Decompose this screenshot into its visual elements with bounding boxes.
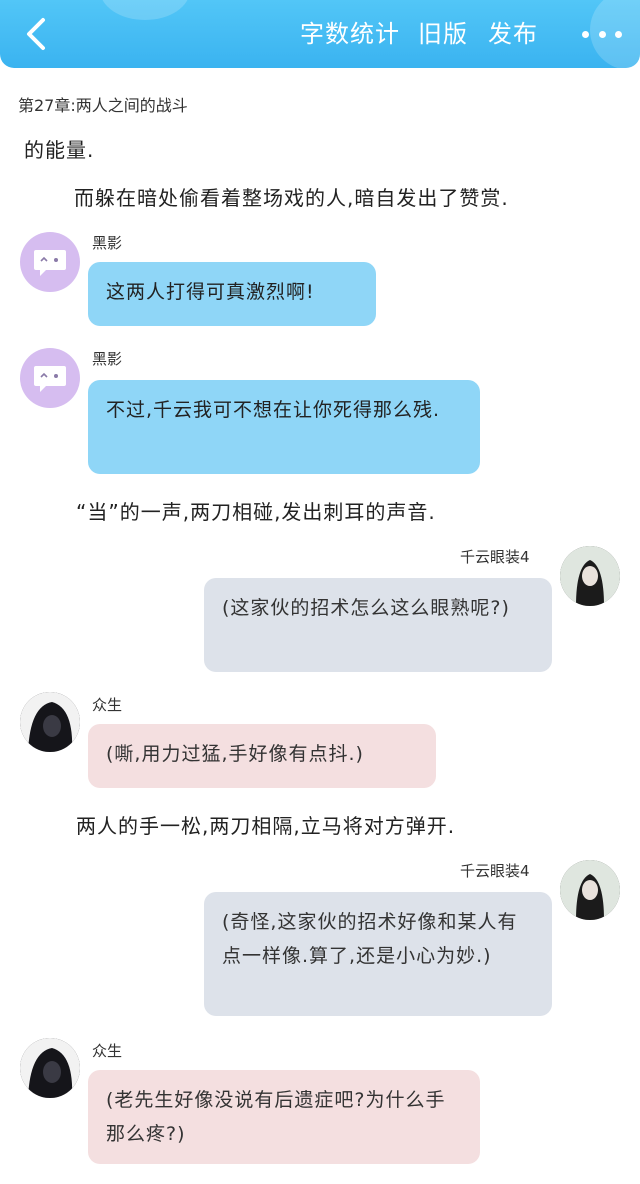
- speaker-name: 千云眼装4: [460, 548, 530, 566]
- avatar-portrait-icon: [20, 1038, 80, 1098]
- narration-text: 而躲在暗处偷看着整场戏的人,暗自发出了赞赏.: [74, 186, 509, 210]
- more-dot-icon: [582, 30, 589, 38]
- avatar-portrait-icon: [560, 546, 620, 606]
- message-bubble[interactable]: (奇怪,这家伙的招术好像和某人有点一样像.算了,还是小心为妙.): [204, 892, 552, 1016]
- decorative-bubble: [100, 0, 190, 20]
- avatar[interactable]: [20, 692, 80, 752]
- avatar[interactable]: [560, 860, 620, 920]
- top-bar: 字数统计 旧版 发布: [0, 0, 640, 68]
- back-button[interactable]: [14, 12, 58, 56]
- speaker-name: 众生: [92, 1042, 123, 1060]
- avatar[interactable]: [20, 232, 80, 292]
- more-options-button[interactable]: [582, 20, 622, 48]
- old-version-button[interactable]: 旧版: [418, 18, 468, 50]
- chat-bubble-icon: [34, 250, 66, 276]
- speaker-name: 众生: [92, 696, 123, 714]
- message-bubble[interactable]: 不过,千云我可不想在让你死得那么残.: [88, 380, 480, 474]
- more-dot-icon: [598, 30, 606, 38]
- chat-bubble-icon: [34, 366, 66, 392]
- speaker-name: 千云眼装4: [460, 862, 530, 880]
- narration-text: 两人的手一松,两刀相隔,立马将对方弹开.: [76, 814, 456, 838]
- avatar[interactable]: [560, 546, 620, 606]
- word-count-button[interactable]: 字数统计: [300, 18, 400, 50]
- narration-text: 的能量.: [24, 138, 95, 162]
- message-bubble[interactable]: (这家伙的招术怎么这么眼熟呢?): [204, 578, 552, 672]
- avatar[interactable]: [20, 348, 80, 408]
- publish-button[interactable]: 发布: [488, 18, 538, 50]
- speaker-name: 黑影: [92, 350, 123, 368]
- chapter-title: 第27章:两人之间的战斗: [18, 96, 188, 115]
- narration-text: “当”的一声,两刀相碰,发出刺耳的声音.: [76, 500, 436, 524]
- more-dot-icon: [615, 30, 622, 38]
- message-bubble[interactable]: (老先生好像没说有后遗症吧?为什么手那么疼?): [88, 1070, 480, 1164]
- avatar-portrait-icon: [560, 860, 620, 920]
- chevron-left-icon: [27, 18, 45, 50]
- speaker-name: 黑影: [92, 234, 123, 252]
- avatar-portrait-icon: [20, 692, 80, 752]
- message-bubble[interactable]: (嘶,用力过猛,手好像有点抖.): [88, 724, 436, 788]
- avatar[interactable]: [20, 1038, 80, 1098]
- message-bubble[interactable]: 这两人打得可真激烈啊!: [88, 262, 376, 326]
